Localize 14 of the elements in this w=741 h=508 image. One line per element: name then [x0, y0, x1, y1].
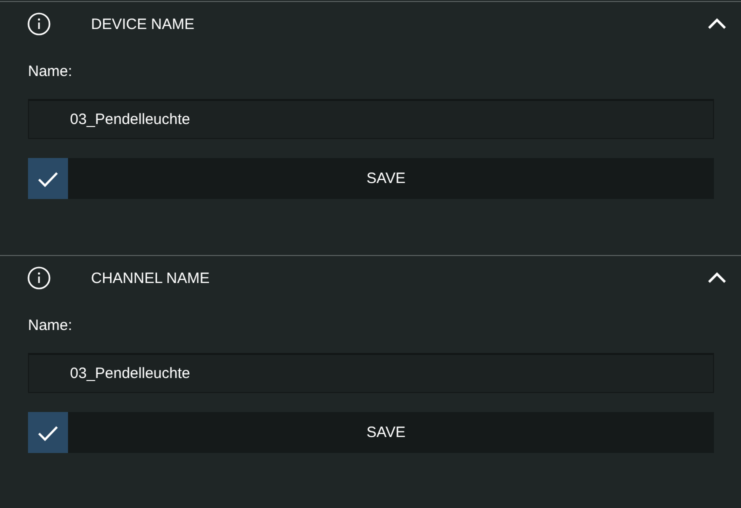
name-field[interactable]: 03_Pendelleuchte	[28, 353, 714, 393]
collapse-button[interactable]	[707, 272, 727, 284]
section-title: DEVICE NAME	[91, 16, 196, 32]
info-icon	[27, 266, 51, 290]
collapse-button[interactable]	[707, 18, 727, 30]
check-icon	[28, 412, 68, 453]
save-button[interactable]: SAVE	[28, 158, 714, 199]
info-icon	[27, 12, 51, 36]
field-label: Name:	[28, 317, 74, 334]
save-button[interactable]: SAVE	[28, 412, 714, 453]
field-label: Name:	[28, 63, 74, 80]
name-field[interactable]: 03_Pendelleuchte	[28, 99, 714, 139]
section-title: CHANNEL NAME	[91, 270, 211, 286]
check-icon	[28, 158, 68, 199]
